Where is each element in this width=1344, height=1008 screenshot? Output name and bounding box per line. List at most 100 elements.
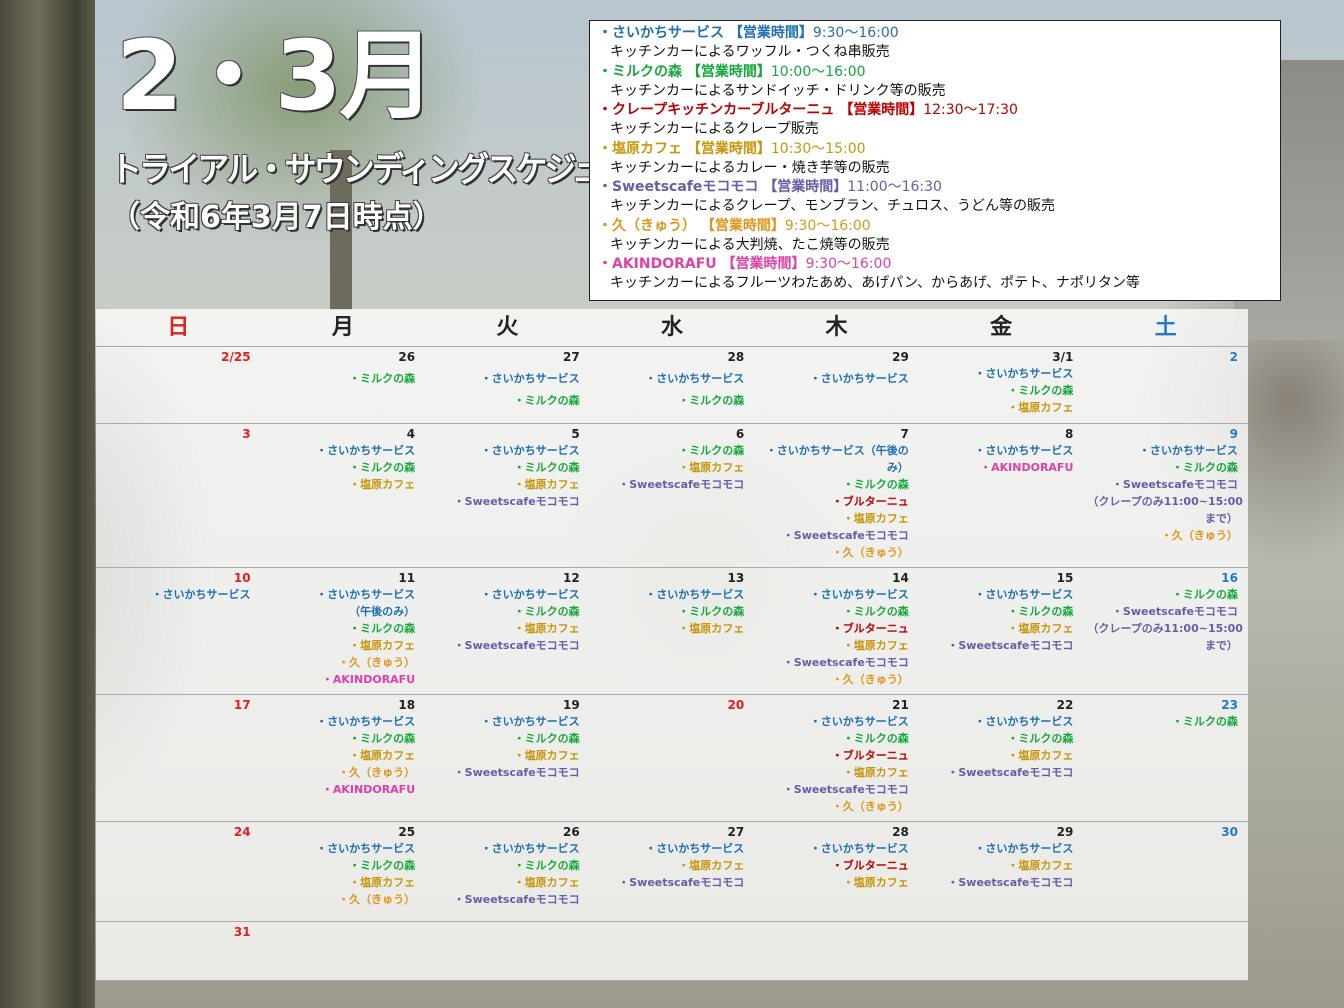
vendor-event: ・ブルターニュ (831, 859, 909, 872)
calendar-day-cell (425, 922, 590, 980)
vendor-event: ・ミルクの森 (678, 605, 745, 618)
vendor-event: ・Sweetscafeモコモコ (947, 639, 1074, 652)
vendor-event: ・塩原カフェ (678, 461, 745, 474)
legend-vendor-line: ・久（きゅう） 【営業時間】9:30〜16:00 (598, 217, 1272, 236)
calendar-day-cell: 28 ・さいかちサービス ・ミルクの森 (590, 347, 755, 423)
vendor-event: ・ミルクの森 (1007, 384, 1074, 397)
legend-vendor-line: ・さいかちサービス 【営業時間】9:30〜16:00 (598, 24, 1272, 43)
vendor-event: ・久（きゅう） (338, 656, 416, 669)
calendar-day-cell: 19 ・さいかちサービス ・ミルクの森 ・塩原カフェ ・Sweetscafeモコモコ (425, 695, 590, 821)
day-number: 28 (892, 825, 909, 839)
day-number: 5 (571, 427, 580, 441)
vendor-event: ・さいかちサービス (974, 588, 1074, 601)
legend-hours: 10:00〜16:00 (770, 63, 866, 80)
legend-vendor-name: ・Sweetscafeモコモコ (598, 179, 759, 195)
vendor-event: ・さいかちサービス (1138, 444, 1238, 457)
weekday-label: 水 (660, 315, 683, 340)
vendor-event: ・塩原カフェ (349, 749, 416, 762)
vendor-event: ・塩原カフェ (513, 876, 580, 889)
weekday-label: 金 (990, 315, 1013, 340)
calendar-week: 31 (96, 922, 1248, 981)
calendar-day-cell: 13 ・さいかちサービス ・ミルクの森 ・塩原カフェ (590, 568, 755, 694)
vendor-event: ・さいかちサービス (480, 372, 580, 385)
legend-hours: 9:30〜16:00 (784, 217, 871, 234)
legend-vendor-name: ・久（きゅう） (598, 217, 696, 234)
legend-hours-label: 【営業時間】 (696, 217, 785, 234)
vendor-event: ・ミルクの森 (349, 622, 416, 635)
legend-vendor-name: ・さいかちサービス (598, 25, 724, 41)
vendor-event: （クレープのみ11:00~15:00 (1087, 495, 1243, 508)
vendor-event: ・さいかちサービス (974, 842, 1074, 855)
day-number: 3/1 (1052, 350, 1074, 364)
calendar-day-cell: 29 ・さいかちサービス (754, 347, 919, 423)
page-title: 2・3月 (116, 20, 436, 132)
weekday-label: 日 (167, 315, 190, 340)
vendor-event: ・ブルターニュ (831, 749, 909, 762)
calendar-day-cell (754, 922, 919, 980)
vendor-event: まで） (1204, 512, 1238, 525)
vendor-event: ・さいかちサービス (645, 842, 745, 855)
vendor-event: ・塩原カフェ (842, 639, 909, 652)
vendor-event: ・さいかちサービス (974, 715, 1074, 728)
vendor-event: ・さいかちサービス (316, 444, 416, 457)
vendor-event: （クレープのみ11:00~15:00 (1087, 622, 1243, 635)
calendar-day-cell: 25 ・さいかちサービス ・ミルクの森 ・塩原カフェ ・久（きゅう） (261, 822, 426, 921)
legend-vendor-name: ・AKINDORAFU (598, 256, 717, 272)
calendar-day-cell: 16 ・ミルクの森 ・Sweetscafeモコモコ （クレープのみ11:00~15:0… (1083, 568, 1248, 694)
calendar-body: 2/25 26 ・ミルクの森 27 ・さいかちサービス ・ミルクの森 28 ・さいかちサービス… (96, 347, 1248, 981)
day-number: 3 (242, 427, 251, 441)
calendar-day-cell: 21 ・さいかちサービス ・ミルクの森 ・ブルターニュ ・塩原カフェ ・Sweetscaf… (754, 695, 919, 821)
calendar-day-cell (590, 922, 755, 980)
day-number: 29 (1056, 825, 1074, 839)
legend-vendor-line: ・Sweetscafeモコモコ 【営業時間】11:00〜16:30 (598, 178, 1272, 197)
vendor-event: ・ブルターニュ (831, 495, 909, 508)
legend-entry: ・さいかちサービス 【営業時間】9:30〜16:00 キッチンカーによるワッフル・… (598, 24, 1272, 63)
legend-description: キッチンカーによるクレープ、モンブラン、チュロス、うどん等の販売 (610, 198, 1056, 214)
calendar-day-cell: 4 ・さいかちサービス・ミルクの森 ・塩原カフェ (261, 424, 426, 567)
day-number: 12 (562, 571, 580, 585)
day-number: 7 (900, 427, 909, 441)
day-number: 11 (398, 571, 416, 585)
vendor-event: ・塩原カフェ (513, 478, 580, 491)
day-number: 29 (892, 350, 909, 364)
vendor-event: ・塩原カフェ (842, 512, 909, 525)
calendar-day-cell: 11 ・さいかちサービス （午後のみ） ・ミルクの森 ・塩原カフェ ・久（きゅう） ・AKI… (261, 568, 426, 694)
legend-hours-label: 【営業時間】 (834, 102, 924, 118)
calendar-day-cell: 27 ・さいかちサービス ・塩原カフェ ・Sweetscafeモコモコ (590, 822, 755, 921)
vendor-event: ・ミルクの森 (513, 605, 580, 618)
weekday-label: 火 (496, 315, 519, 340)
calendar-day-cell: 7 ・さいかちサービス（午後の み） ・ミルクの森 ・ブルターニュ ・塩原カフェ ・Swee… (754, 424, 919, 567)
page-subtitle: トライアル・サウンディングスケジュール (110, 150, 662, 190)
calendar-day-cell: 3 (96, 424, 261, 567)
calendar-day-cell: 27 ・さいかちサービス ・ミルクの森 (425, 347, 590, 423)
vendor-event: ・ミルクの森 (842, 478, 909, 491)
vendor-event: ・塩原カフェ (513, 749, 580, 762)
day-number: 2/25 (221, 350, 251, 364)
vendor-event: ・久（きゅう） (1160, 529, 1238, 542)
vendor-event: ・塩原カフェ (678, 622, 745, 635)
day-number: 25 (398, 825, 416, 839)
vendor-event: ・塩原カフェ (513, 622, 580, 635)
vendor-event: ・AKINDORAFU (980, 461, 1074, 474)
calendar-day-cell: 8 ・さいかちサービス ・AKINDORAFU (919, 424, 1084, 567)
vendor-event: ・ミルクの森 (1007, 732, 1074, 745)
calendar: 日月火水木金土 2/25 26 ・ミルクの森 27 ・さいかちサービス ・ミルクの森 28 ・… (96, 309, 1248, 981)
vendor-event: ・さいかちサービス (645, 588, 745, 601)
legend-vendor-line: ・クレープキッチンカーブルターニュ 【営業時間】12:30〜17:30 (598, 101, 1272, 120)
day-number: 6 (735, 427, 745, 441)
vendor-event: ・ミルクの森 (349, 461, 416, 474)
vendor-event: ・ミルクの森 (1171, 588, 1238, 601)
legend-description: キッチンカーによるワッフル・つくね串販売 (610, 44, 890, 60)
day-number: 15 (1056, 571, 1074, 585)
calendar-day-cell: 24 (96, 822, 261, 921)
calendar-day-cell (261, 922, 426, 980)
calendar-day-cell (919, 922, 1084, 980)
day-number: 27 (562, 350, 580, 364)
vendor-event: ・塩原カフェ (349, 478, 416, 491)
vendor-event: ・久（きゅう） (338, 893, 416, 906)
day-number: 4 (406, 427, 416, 441)
vendor-event: ・Sweetscafeモコモコ (1111, 478, 1238, 491)
vendor-legend: ・さいかちサービス 【営業時間】9:30〜16:00 キッチンカーによるワッフル・… (589, 20, 1281, 301)
calendar-day-cell: 26 ・さいかちサービス ・ミルクの森 ・塩原カフェ ・Sweetscafeモコモコ (425, 822, 590, 921)
calendar-week: 17 18 ・さいかちサービス ・ミルクの森 ・塩原カフェ ・久（きゅう） ・AKINDOR… (96, 695, 1248, 822)
